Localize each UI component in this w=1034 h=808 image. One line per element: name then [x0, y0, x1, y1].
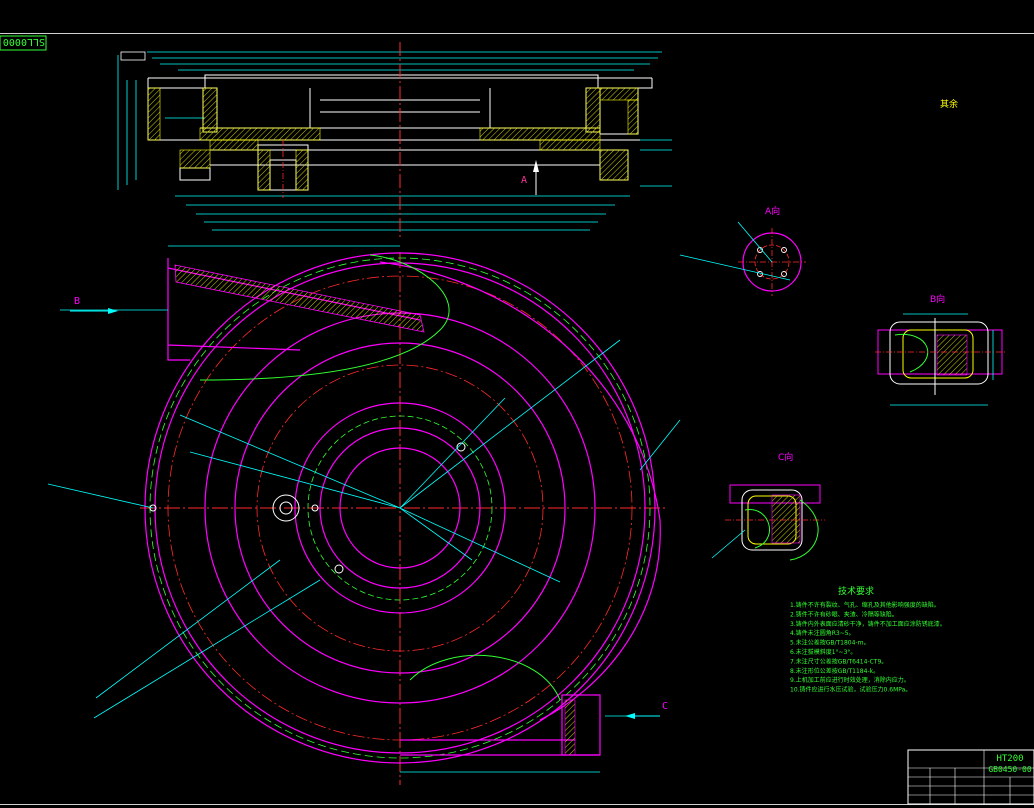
tech-req-item: 4.铸件未注圆角R3~5。: [790, 629, 855, 637]
detail-c-title: C向: [778, 451, 793, 463]
cad-drawing-canvas: SLL0000.5: [0, 35, 1034, 805]
section-view: A 其余: [117, 42, 958, 238]
tech-req-list: 1.铸件不许有裂纹、气孔、缩孔及其他影响强度的缺陷。2.铸件不许有砂眼、夹渣、冷…: [790, 601, 946, 694]
view-arrow-a-label: A: [521, 175, 527, 186]
title-block-material: HT200: [996, 754, 1023, 764]
tech-req-heading: 技术要求: [838, 585, 874, 597]
technical-requirements: 技术要求 1.铸件不许有裂纹、气孔、缩孔及其他影响强度的缺陷。2.铸件不许有砂眼…: [790, 585, 946, 694]
tech-req-item: 6.未注拔模斜度1°~3°。: [790, 648, 856, 656]
view-arrow-c-label: C: [662, 701, 668, 712]
view-arrow-b: B: [70, 296, 118, 314]
tech-req-item: 9.上机加工前应进行时效处理，消除内应力。: [790, 676, 910, 684]
surface-finish-rest-note: 其余: [940, 98, 958, 110]
detail-a-title: A向: [765, 205, 780, 217]
view-arrow-c: C: [625, 701, 668, 719]
detail-b-title: B向: [930, 293, 945, 305]
tech-req-item: 1.铸件不许有裂纹、气孔、缩孔及其他影响强度的缺陷。: [790, 601, 940, 609]
tech-req-item: 2.铸件不许有砂眼、夹渣、冷隔等缺陷。: [790, 610, 898, 618]
detail-view-c: C向: [711, 451, 825, 561]
section-hatching: [147, 87, 639, 191]
outlet-tongue-curve: [409, 654, 561, 701]
outlet-pipe: [400, 694, 601, 773]
tech-req-item: 8.未注形位公差按GB/T1184-k。: [790, 667, 879, 675]
tech-req-item: 7.未注尺寸公差按GB/T6414-CT9。: [790, 657, 887, 665]
detail-view-a: A向: [679, 205, 806, 296]
drawing-number-stamp: SLL0000.5: [0, 35, 47, 51]
title-block-drawing-code: GB0450-00: [988, 765, 1032, 774]
view-arrow-b-label: B: [74, 296, 80, 307]
title-block: HT200 GB0450-00: [907, 749, 1034, 805]
plan-leader-lines: [47, 309, 681, 719]
tech-req-item: 5.未注公差按GB/T1804-m。: [790, 639, 869, 647]
volute-plan-view: B C: [47, 245, 681, 785]
detail-view-b: B向: [875, 293, 1005, 406]
drawing-number-text: SLL0000.5: [0, 36, 45, 47]
tech-req-item: 3.铸件内外表面应清砂干净，铸件不加工面应涂防锈底漆。: [790, 620, 946, 628]
tech-req-item: 10.铸件应进行水压试验，试验压力0.6MPa。: [790, 686, 911, 694]
